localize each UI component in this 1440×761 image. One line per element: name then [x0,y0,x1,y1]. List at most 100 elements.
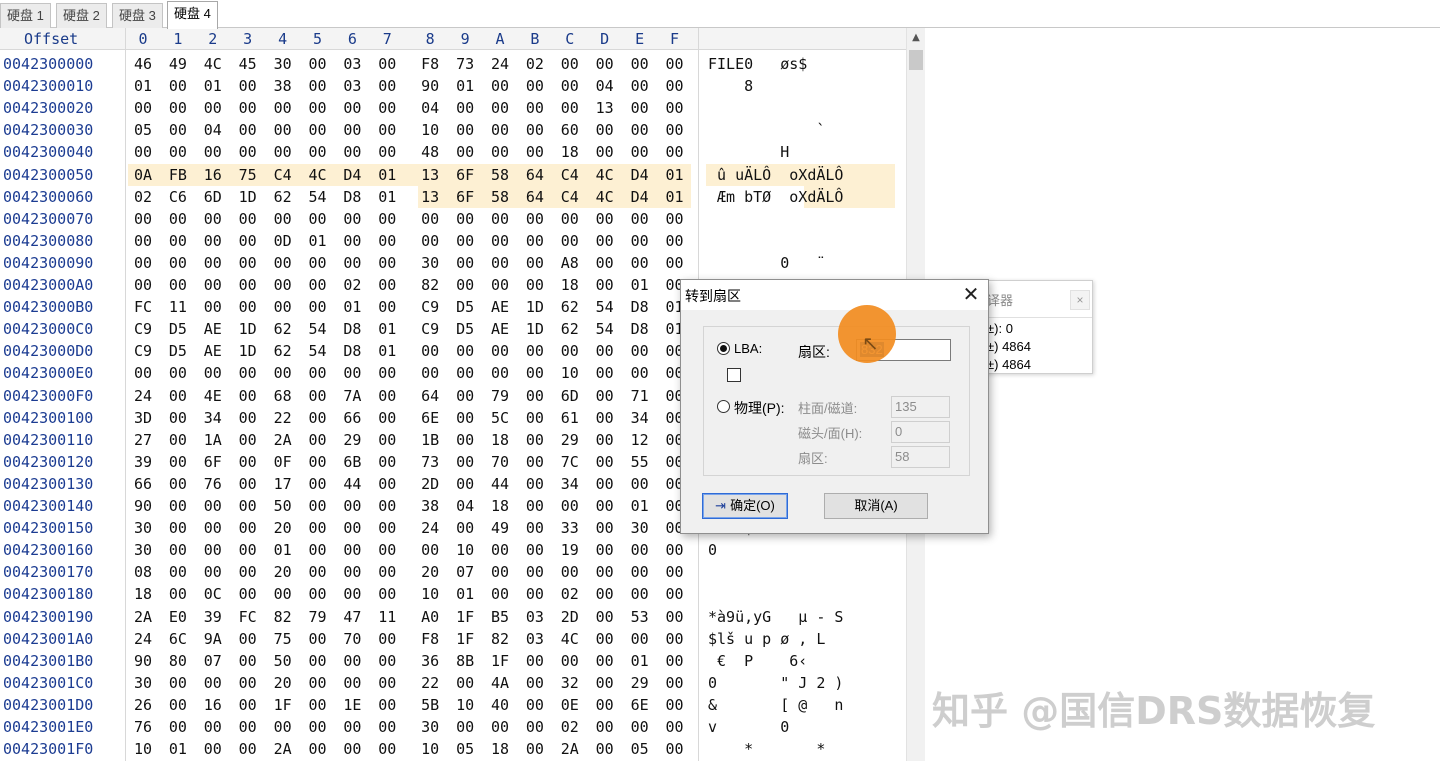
hex-byte[interactable]: 71 [623,387,657,405]
hex-byte[interactable]: 00 [335,121,369,139]
hex-byte[interactable]: 6F [196,453,230,471]
hex-byte[interactable]: F8 [413,630,447,648]
hex-byte[interactable]: 00 [196,563,230,581]
hex-byte[interactable]: 00 [301,740,335,758]
hex-byte[interactable]: 00 [301,519,335,537]
hex-byte[interactable]: 3D [126,409,160,427]
hex-byte[interactable]: 00 [483,210,517,228]
hex-byte[interactable]: 30 [126,541,160,559]
hex-byte[interactable]: 6B [335,453,369,471]
hex-byte[interactable]: 00 [266,364,300,382]
hex-byte[interactable]: 66 [335,409,369,427]
ascii-text[interactable]: û uÄLÔ oXdÄLÔ [708,166,843,184]
hex-byte[interactable]: 00 [588,740,622,758]
hex-byte[interactable]: 12 [623,431,657,449]
hex-byte[interactable]: 01 [301,232,335,250]
hex-byte[interactable]: 00 [658,99,692,117]
hex-byte[interactable]: 34 [553,475,587,493]
hex-byte[interactable]: 20 [266,519,300,537]
hex-row[interactable]: 0042300020 00 00 00 00 00 00 00 00 04 00 00 00 00 13 00… [0,97,906,119]
hex-byte[interactable]: 00 [370,674,404,692]
hex-byte[interactable]: 00 [301,585,335,603]
hex-byte[interactable]: 00 [588,342,622,360]
hex-byte[interactable]: 01 [196,77,230,95]
hex-byte[interactable]: 00 [335,674,369,692]
hex-byte[interactable]: 01 [623,497,657,515]
hex-byte[interactable]: 00 [335,563,369,581]
hex-byte[interactable]: 70 [335,630,369,648]
hex-byte[interactable]: 00 [370,143,404,161]
hex-byte[interactable]: 29 [623,674,657,692]
hex-byte[interactable]: 00 [301,453,335,471]
hex-byte[interactable]: 0C [196,585,230,603]
hex-byte[interactable]: D5 [448,298,482,316]
hex-byte[interactable]: 02 [335,276,369,294]
hex-byte[interactable]: 00 [266,298,300,316]
hex-byte[interactable]: 00 [370,585,404,603]
hex-byte[interactable]: 00 [658,232,692,250]
hex-byte[interactable]: 00 [588,232,622,250]
hex-byte[interactable]: 1F [266,696,300,714]
hex-byte[interactable]: 00 [231,232,265,250]
hex-row[interactable]: 00423001F0 10 01 00 00 2A 00 00 00 10 05 18 00 2A 00 05… [0,738,906,760]
hex-byte[interactable]: 00 [658,630,692,648]
hex-byte[interactable]: 00 [301,143,335,161]
hex-byte[interactable]: 00 [518,143,552,161]
hex-byte[interactable]: C9 [126,342,160,360]
hex-byte[interactable]: 00 [518,99,552,117]
hex-byte[interactable]: 01 [658,188,692,206]
hex-byte[interactable]: 33 [553,519,587,537]
hex-byte[interactable]: 00 [518,563,552,581]
hex-byte[interactable]: 00 [335,519,369,537]
hex-byte[interactable]: 01 [623,652,657,670]
hex-byte[interactable]: C9 [126,320,160,338]
hex-byte[interactable]: 02 [553,585,587,603]
hex-byte[interactable]: 34 [623,409,657,427]
hex-byte[interactable]: F8 [413,55,447,73]
hex-byte[interactable]: 22 [413,674,447,692]
hex-byte[interactable]: 30 [266,55,300,73]
hex-byte[interactable]: 90 [126,652,160,670]
close-icon[interactable]: × [1070,290,1090,310]
hex-byte[interactable]: 00 [518,276,552,294]
hex-byte[interactable]: 1D [518,298,552,316]
hex-byte[interactable]: 00 [518,121,552,139]
hex-byte[interactable]: 1D [231,188,265,206]
hex-byte[interactable]: 00 [588,55,622,73]
hex-byte[interactable]: 2D [413,475,447,493]
hex-byte[interactable]: AE [196,320,230,338]
hex-byte[interactable]: 00 [518,674,552,692]
hex-byte[interactable]: D8 [623,298,657,316]
hex-row[interactable]: 00423001E0 76 00 00 00 00 00 00 00 30 00 00 00 02 00 00… [0,716,906,738]
hex-byte[interactable]: D4 [335,166,369,184]
hex-byte[interactable]: 30 [413,718,447,736]
hex-byte[interactable]: 00 [161,210,195,228]
hex-byte[interactable]: 00 [301,674,335,692]
hex-byte[interactable]: 00 [588,121,622,139]
hex-byte[interactable]: 00 [370,409,404,427]
hex-byte[interactable]: 00 [483,99,517,117]
hex-byte[interactable]: 00 [658,55,692,73]
ascii-text[interactable]: $lš u p ø , L [708,630,825,648]
hex-byte[interactable]: 16 [196,696,230,714]
hex-byte[interactable]: 00 [231,630,265,648]
hex-byte[interactable]: 00 [588,364,622,382]
hex-byte[interactable]: 18 [126,585,160,603]
hex-byte[interactable]: 00 [483,563,517,581]
hex-byte[interactable]: 00 [588,608,622,626]
hex-byte[interactable]: 00 [231,718,265,736]
hex-byte[interactable]: 00 [301,99,335,117]
hex-byte[interactable]: 00 [588,674,622,692]
hex-byte[interactable]: C4 [553,166,587,184]
hex-byte[interactable]: 00 [335,718,369,736]
hex-byte[interactable]: FC [231,608,265,626]
hex-byte[interactable]: 44 [335,475,369,493]
hex-byte[interactable]: 45 [231,55,265,73]
hex-byte[interactable]: 00 [623,99,657,117]
hex-byte[interactable]: 00 [518,453,552,471]
hex-byte[interactable]: 00 [448,121,482,139]
hex-byte[interactable]: 00 [370,99,404,117]
ascii-text[interactable]: *à9ü,yG µ - S [708,608,843,626]
hex-byte[interactable]: 30 [623,519,657,537]
hex-byte[interactable]: 18 [483,740,517,758]
